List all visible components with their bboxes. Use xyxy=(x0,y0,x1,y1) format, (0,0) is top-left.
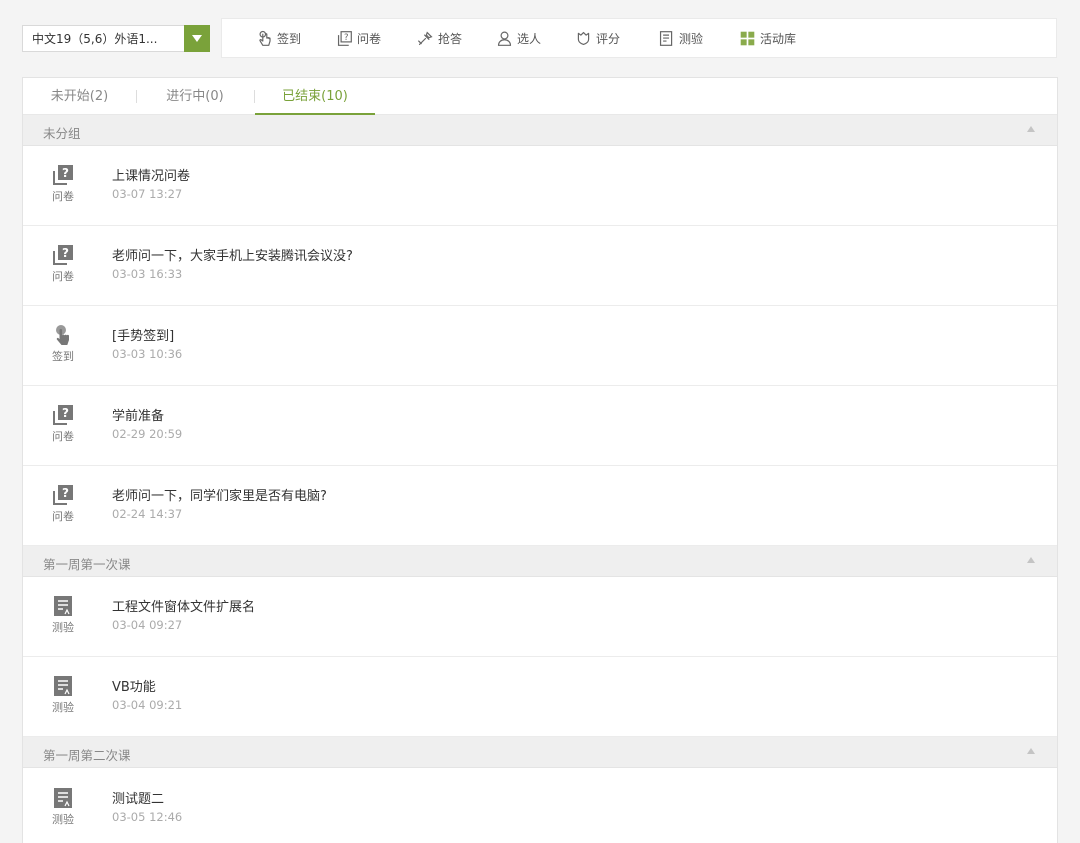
activity-title: 上课情况问卷 xyxy=(112,169,191,184)
activity-time: 03-03 10:36 xyxy=(112,347,183,361)
status-tabs: 未开始(2) 进行中(0) 已结束(10) xyxy=(23,78,1057,115)
activity-type-label: 测验 xyxy=(52,701,74,714)
svg-text:?: ? xyxy=(62,246,69,260)
toolbar-questionnaire-label: 问卷 xyxy=(357,31,382,46)
activity-type: ? 问卷 xyxy=(49,244,77,284)
tab-ended[interactable]: 已结束(10) xyxy=(255,78,375,115)
quick-answer-icon xyxy=(418,30,433,45)
group-header[interactable]: 未分组 xyxy=(23,115,1057,146)
activity-item[interactable]: ? 问卷 学前准备 02-29 20:59 xyxy=(23,386,1057,466)
toolbar-pick-person-label: 选人 xyxy=(517,31,542,46)
activity-type-label: 测验 xyxy=(52,621,74,634)
toolbar-quick-answer-button[interactable]: 抢答 xyxy=(417,19,462,57)
toolbar-rating-label: 评分 xyxy=(596,31,621,46)
collapse-caret-icon[interactable] xyxy=(1027,748,1035,754)
activity-item[interactable]: ? 问卷 上课情况问卷 03-07 13:27 xyxy=(23,146,1057,226)
activity-type: 测验 xyxy=(49,595,77,635)
svg-text:?: ? xyxy=(62,406,69,420)
activity-item[interactable]: ? 问卷 老师问一下，同学们家里是否有电脑? 02-24 14:37 xyxy=(23,466,1057,546)
quiz-icon xyxy=(54,676,72,696)
toolbar-quiz-label: 测验 xyxy=(679,31,704,46)
class-select-value: 中文19（5,6）外语1... xyxy=(32,32,158,46)
toolbar-rating-button[interactable]: 评分 xyxy=(575,19,620,57)
activity-time: 03-03 16:33 xyxy=(112,267,183,281)
activity-type-label: 签到 xyxy=(52,350,74,363)
rating-icon xyxy=(577,31,590,45)
quiz-icon xyxy=(54,788,72,808)
group-title: 第一周第一次课 xyxy=(43,557,131,572)
activity-item[interactable]: ? 问卷 老师问一下，大家手机上安装腾讯会议没? 03-03 16:33 xyxy=(23,226,1057,306)
hand-tap-icon xyxy=(56,325,69,345)
activity-type: 签到 xyxy=(49,324,77,364)
chevron-down-icon[interactable] xyxy=(184,25,210,52)
activity-time: 03-04 09:27 xyxy=(112,618,183,632)
activity-type: 测验 xyxy=(49,675,77,715)
quiz-icon xyxy=(54,596,72,616)
questionnaire-icon: ? xyxy=(53,405,73,425)
tab-in-progress[interactable]: 进行中(0) xyxy=(136,78,254,115)
tab-not-started[interactable]: 未开始(2) xyxy=(23,78,136,115)
activity-type: 测验 xyxy=(49,787,77,827)
toolbar-activity-library-label: 活动库 xyxy=(760,31,797,46)
toolbar-sign-in-label: 签到 xyxy=(277,31,302,46)
grid-icon xyxy=(740,31,755,45)
activity-type-label: 问卷 xyxy=(52,190,74,203)
activity-time: 02-29 20:59 xyxy=(112,427,183,441)
activity-title: 老师问一下，同学们家里是否有电脑? xyxy=(112,489,327,504)
activity-toolbar: 签到 ? 问卷 抢答 选人 评分 测验 活动库 xyxy=(221,18,1057,58)
toolbar-quiz-button[interactable]: 测验 xyxy=(658,19,703,57)
svg-text:?: ? xyxy=(62,166,69,180)
activity-time: 03-07 13:27 xyxy=(112,187,183,201)
class-select[interactable]: 中文19（5,6）外语1... xyxy=(22,25,210,52)
collapse-caret-icon[interactable] xyxy=(1027,557,1035,563)
questionnaire-icon: ? xyxy=(337,30,352,46)
questionnaire-icon: ? xyxy=(53,245,73,265)
activity-type-label: 测验 xyxy=(52,813,74,826)
toolbar-quick-answer-label: 抢答 xyxy=(438,31,463,46)
activity-item[interactable]: 测验 测试题二 03-05 12:46 xyxy=(23,769,1057,843)
toolbar-questionnaire-button[interactable]: ? 问卷 xyxy=(336,19,381,57)
hand-tap-icon xyxy=(259,30,271,46)
activity-title: [手势签到] xyxy=(112,329,175,344)
toolbar-activity-library-button[interactable]: 活动库 xyxy=(739,19,796,57)
activity-title: 学前准备 xyxy=(112,409,165,424)
collapse-caret-icon[interactable] xyxy=(1027,126,1035,132)
group-title: 第一周第二次课 xyxy=(43,748,131,763)
questionnaire-icon: ? xyxy=(53,165,73,185)
person-icon xyxy=(497,31,512,46)
activity-type-label: 问卷 xyxy=(52,430,74,443)
activity-time: 03-04 09:21 xyxy=(112,698,183,712)
activity-title: 老师问一下，大家手机上安装腾讯会议没? xyxy=(112,249,353,264)
activity-type: ? 问卷 xyxy=(49,484,77,524)
group-title: 未分组 xyxy=(43,126,81,141)
activity-time: 03-05 12:46 xyxy=(112,810,183,824)
activity-panel: 未开始(2) 进行中(0) 已结束(10) 未分组 ? 问卷 上课情况问卷 03… xyxy=(22,77,1058,843)
activity-type: ? 问卷 xyxy=(49,164,77,204)
activity-item[interactable]: 测验 工程文件窗体文件扩展名 03-04 09:27 xyxy=(23,577,1057,657)
toolbar-sign-in-button[interactable]: 签到 xyxy=(256,19,301,57)
activity-type-label: 问卷 xyxy=(52,270,74,283)
activity-title: VB功能 xyxy=(112,680,156,695)
activity-title: 测试题二 xyxy=(112,792,165,807)
activity-type-label: 问卷 xyxy=(52,510,74,523)
group-header[interactable]: 第一周第二次课 xyxy=(23,737,1057,768)
activity-item[interactable]: 签到 [手势签到] 03-03 10:36 xyxy=(23,306,1057,386)
svg-text:?: ? xyxy=(62,486,69,500)
activity-item[interactable]: 测验 VB功能 03-04 09:21 xyxy=(23,657,1057,737)
toolbar-pick-person-button[interactable]: 选人 xyxy=(496,19,541,57)
svg-text:?: ? xyxy=(344,33,349,43)
activity-type: ? 问卷 xyxy=(49,404,77,444)
quiz-icon xyxy=(659,30,673,46)
activity-time: 02-24 14:37 xyxy=(112,507,183,521)
questionnaire-icon: ? xyxy=(53,485,73,505)
activity-title: 工程文件窗体文件扩展名 xyxy=(112,600,256,615)
group-header[interactable]: 第一周第一次课 xyxy=(23,546,1057,577)
